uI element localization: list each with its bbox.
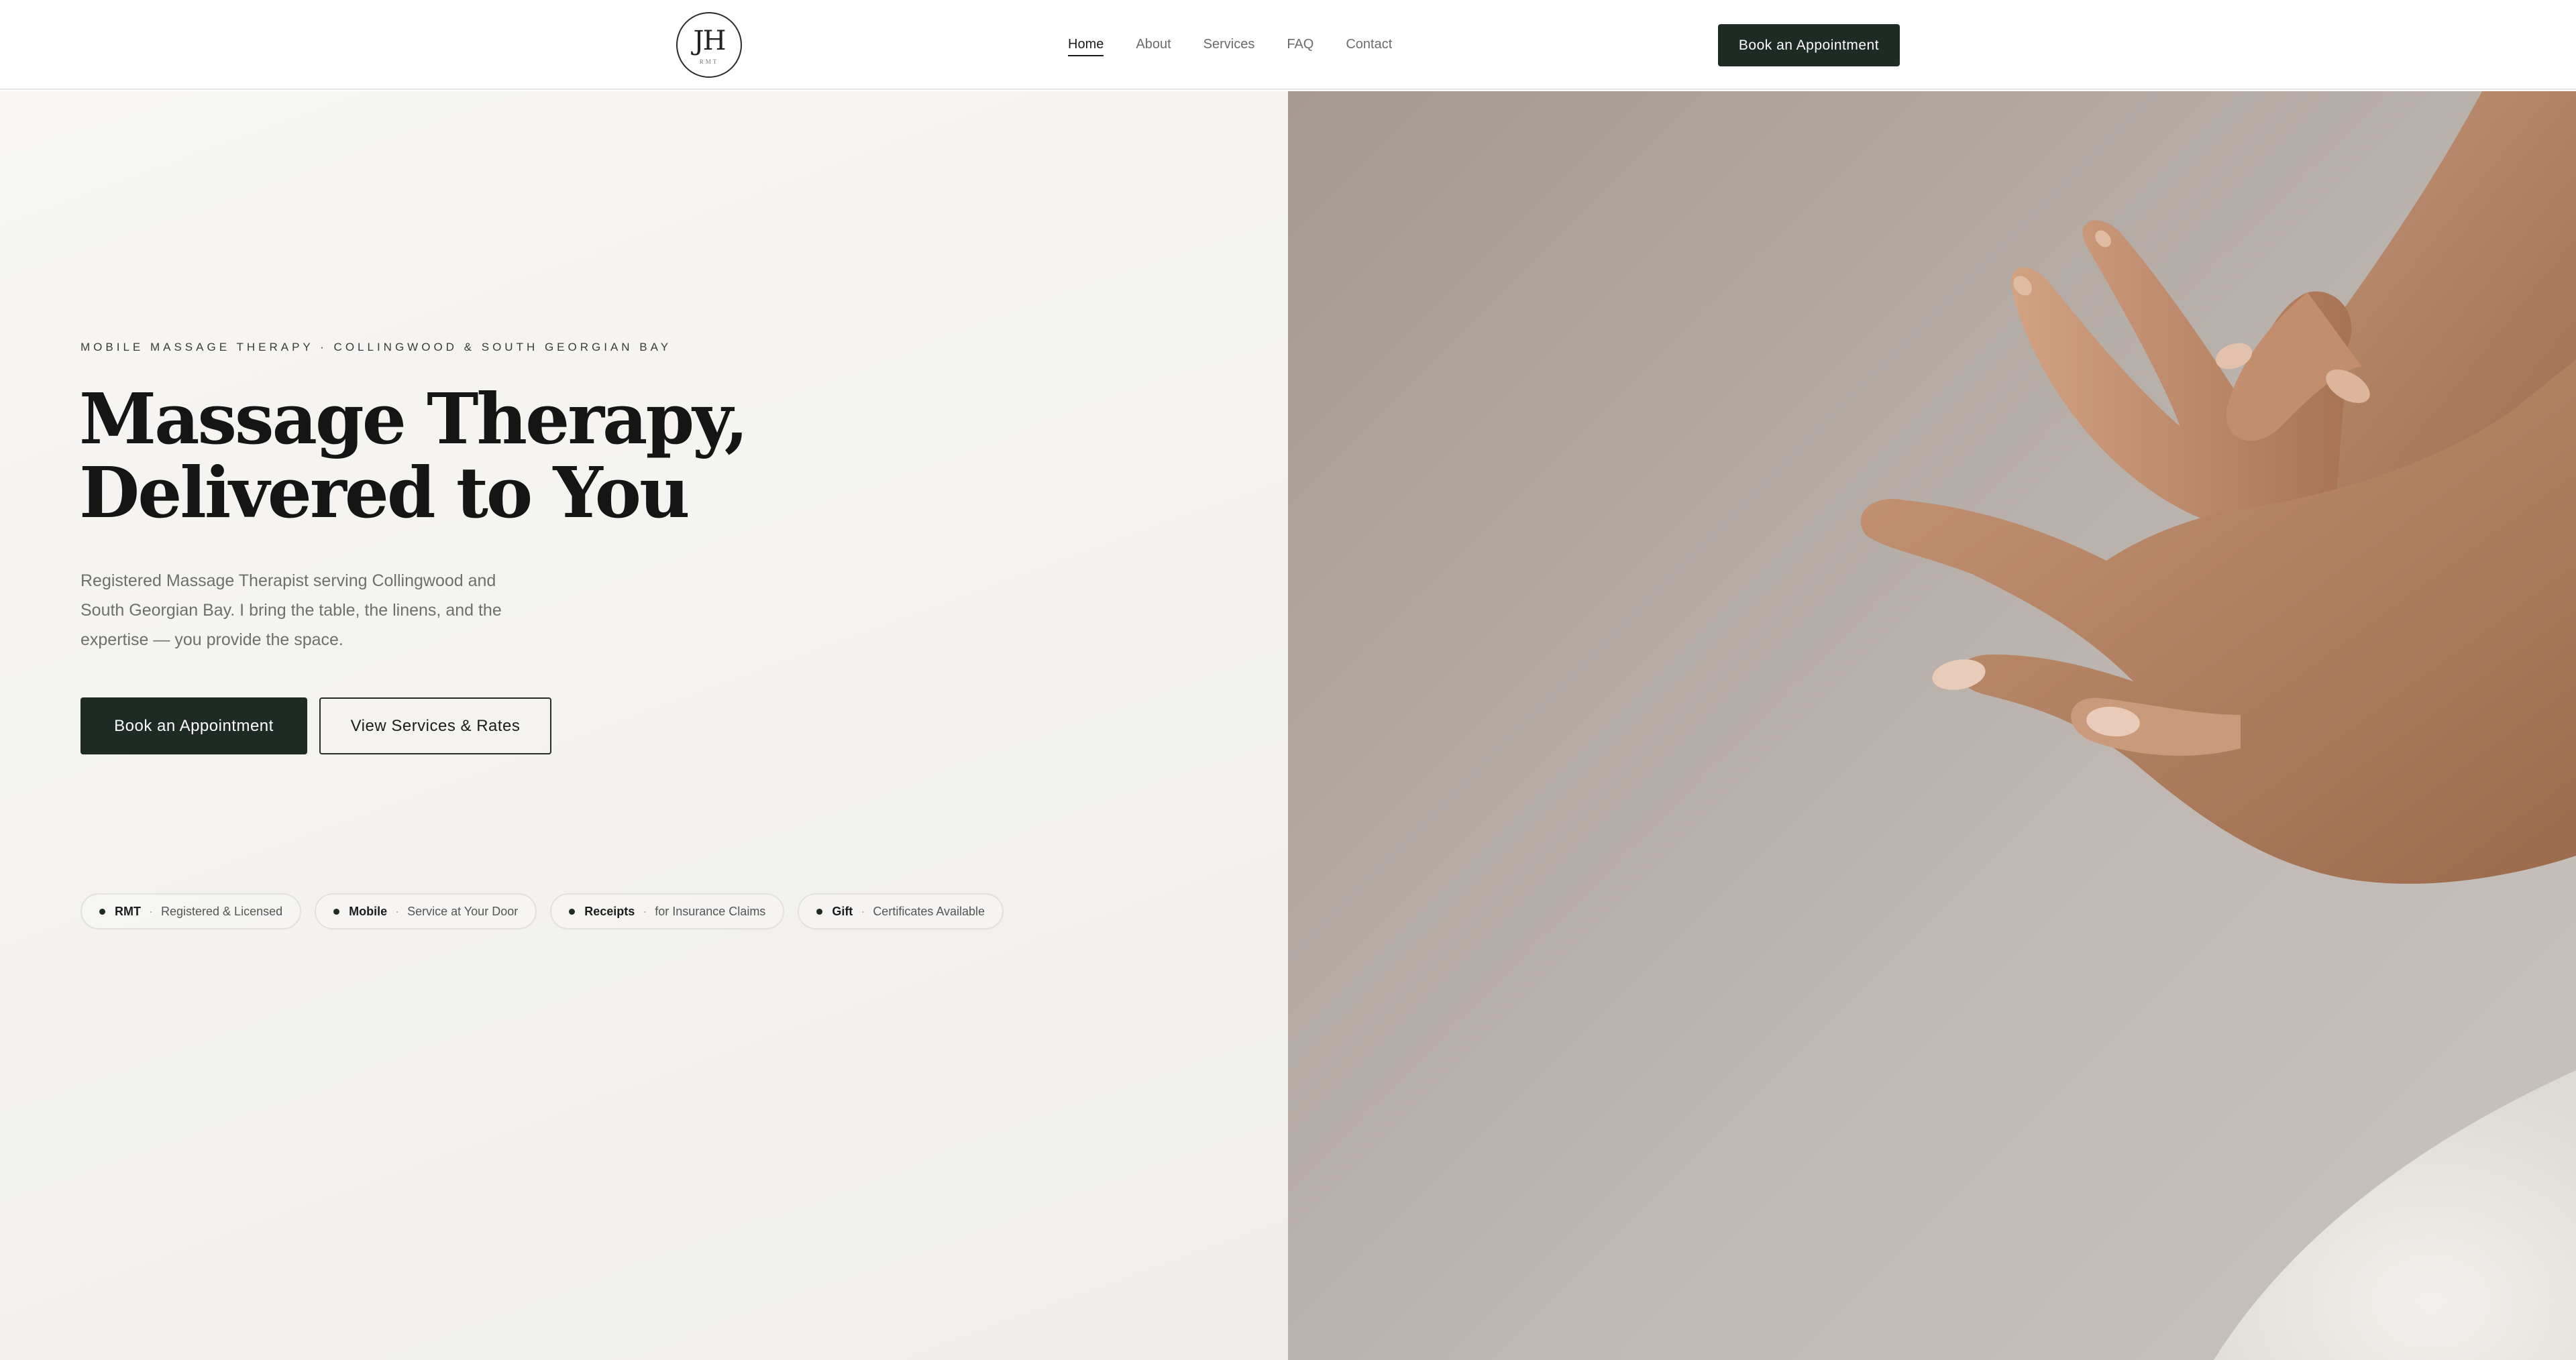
hero-book-button[interactable]: Book an Appointment bbox=[80, 697, 307, 754]
site-header: JH RMT Home About Services FAQ Contact B… bbox=[0, 0, 2576, 90]
badge-separator: · bbox=[861, 904, 865, 918]
badge-text: Registered & Licensed bbox=[161, 904, 283, 918]
badge-receipts: Receipts · for Insurance Claims bbox=[550, 893, 785, 929]
header-book-button[interactable]: Book an Appointment bbox=[1718, 24, 1900, 66]
badge-title: Gift bbox=[832, 904, 853, 918]
badge-title: Receipts bbox=[584, 904, 635, 918]
massage-hands-illustration bbox=[1860, 91, 2576, 1360]
nav-link-home[interactable]: Home bbox=[1068, 34, 1104, 56]
badge-title: Mobile bbox=[349, 904, 388, 918]
badge-rmt: RMT · Registered & Licensed bbox=[80, 893, 302, 929]
badge-text: Service at Your Door bbox=[407, 904, 519, 918]
bullet-icon bbox=[569, 908, 576, 915]
badge-title: RMT bbox=[115, 904, 141, 918]
bullet-icon bbox=[333, 908, 340, 915]
nav-link-faq[interactable]: FAQ bbox=[1287, 34, 1313, 55]
badge-text: for Insurance Claims bbox=[655, 904, 766, 918]
hero-eyebrow: MOBILE MASSAGE THERAPY · COLLINGWOOD & S… bbox=[80, 341, 672, 353]
nav-link-services[interactable]: Services bbox=[1203, 34, 1255, 55]
hero-description: Registered Massage Therapist serving Col… bbox=[80, 571, 502, 649]
bullet-icon bbox=[99, 908, 105, 915]
bullet-icon bbox=[816, 908, 823, 915]
hero-image bbox=[1288, 91, 2576, 1360]
view-services-button[interactable]: View Services & Rates bbox=[319, 697, 551, 754]
badge-mobile: Mobile · Service at Your Door bbox=[315, 893, 537, 929]
logo-monogram: JH bbox=[693, 25, 727, 56]
logo-subtext: RMT bbox=[699, 58, 719, 65]
badge-separator: · bbox=[149, 904, 153, 918]
main-nav: Home About Services FAQ Contact bbox=[1068, 34, 1392, 56]
hero-headline: Massage Therapy, Delivered to You bbox=[79, 382, 817, 530]
credential-badges: RMT · Registered & Licensed Mobile · Ser… bbox=[80, 893, 1004, 929]
badge-separator: · bbox=[395, 904, 400, 918]
badge-text: Certificates Available bbox=[873, 904, 985, 918]
badge-gift: Gift · Certificates Available bbox=[798, 893, 1004, 929]
badge-separator: · bbox=[643, 904, 647, 918]
nav-link-contact[interactable]: Contact bbox=[1346, 34, 1392, 55]
nav-link-about[interactable]: About bbox=[1136, 34, 1171, 55]
hero-headline-line2: Delivered to You bbox=[79, 451, 690, 534]
logo[interactable]: JH RMT bbox=[676, 12, 742, 78]
hero-headline-line1: Massage Therapy, bbox=[79, 378, 749, 460]
